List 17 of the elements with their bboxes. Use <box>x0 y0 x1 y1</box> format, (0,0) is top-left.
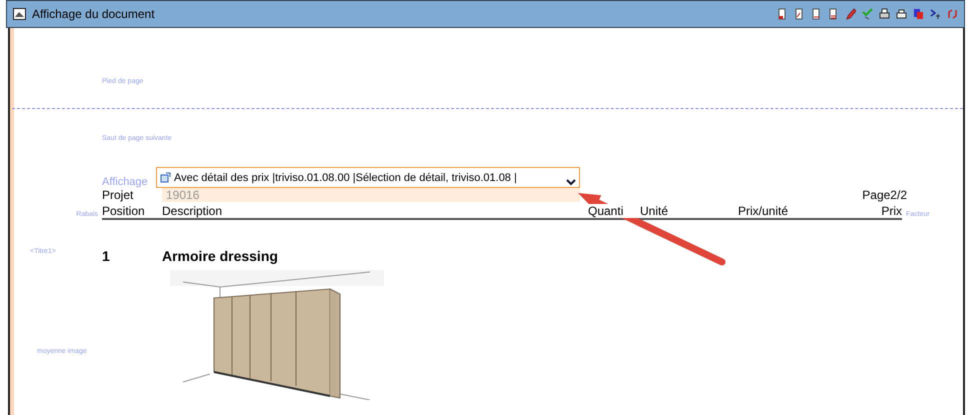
field-label: Projet <box>101 188 134 202</box>
view-dropdown[interactable]: Avec détail des prix |triviso.01.08.00 |Sélection de détail, triviso.01.08 | <box>156 167 580 188</box>
item-title: Armoire dressing <box>162 248 278 264</box>
printer-icon[interactable] <box>896 8 907 20</box>
position-number: 1 <box>102 248 111 264</box>
window-icon <box>13 8 26 20</box>
check-icon[interactable] <box>862 8 873 20</box>
column-header: Quanti <box>588 204 640 218</box>
page-number: Page2/2 <box>862 188 907 202</box>
view-label: Affichage <box>101 176 149 188</box>
pencil-icon[interactable] <box>845 8 856 20</box>
table-icon[interactable] <box>913 8 924 20</box>
printer-icon[interactable] <box>879 8 890 20</box>
chevron-icon[interactable] <box>930 8 941 20</box>
caret-icon <box>566 179 576 186</box>
project-value: 19016 <box>162 188 580 202</box>
window-title: Affichage du document <box>32 7 156 21</box>
